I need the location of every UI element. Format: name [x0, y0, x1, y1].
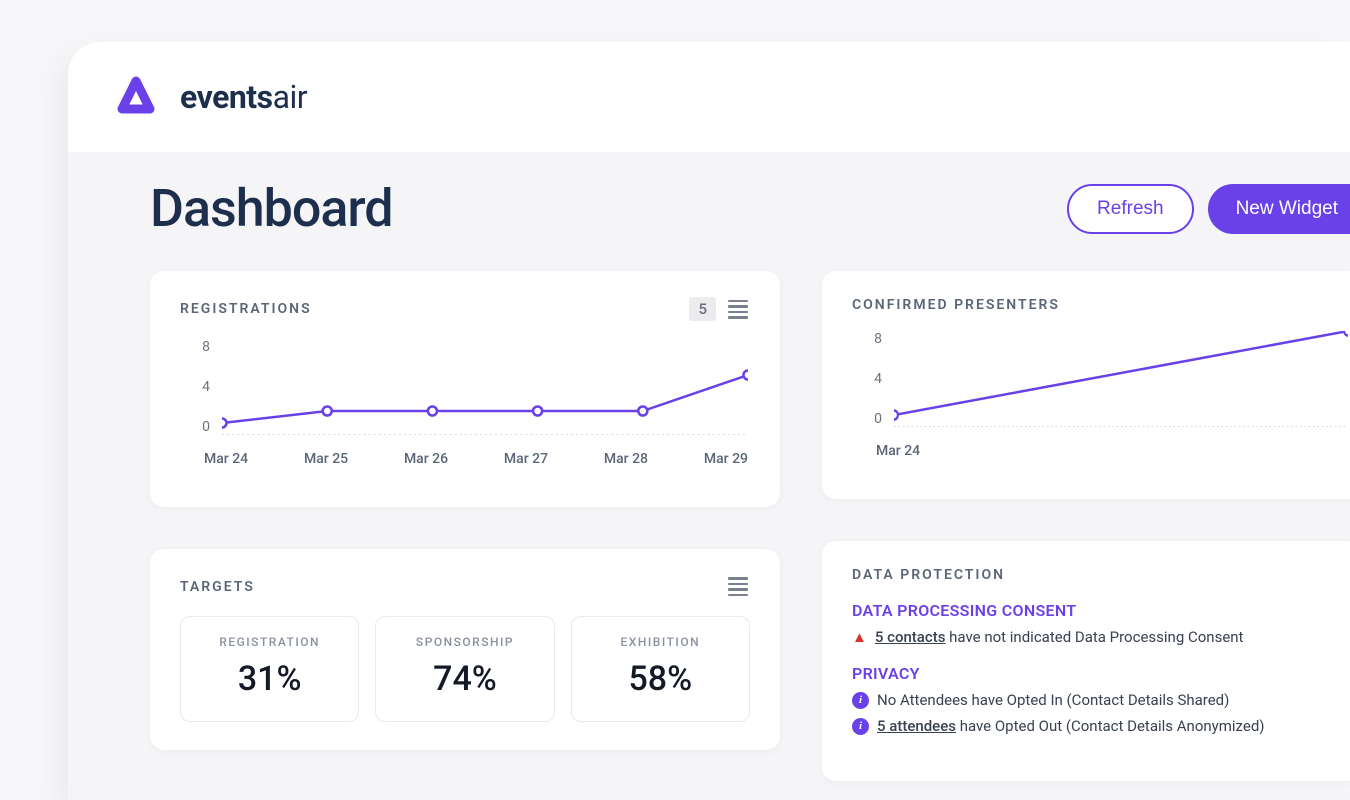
- card-title: TARGETS: [180, 579, 255, 595]
- card-title: REGISTRATIONS: [180, 301, 312, 317]
- registrations-chart: 8 4 0 Mar 24Mar 25Mar 26Mar 27Mar 28Mar …: [180, 339, 750, 479]
- targets-card: TARGETS REGISTRATION 31% SPONSORSHIP 74% EXH…: [150, 549, 780, 750]
- action-buttons: Refresh New Widget: [1067, 184, 1350, 234]
- dp-link[interactable]: 5 attendees: [877, 717, 956, 735]
- title-row: Dashboard Refresh New Widget: [150, 178, 1350, 239]
- data-protection-card: DATA PROTECTION DATA PROCESSING CONSENT ▲…: [822, 541, 1350, 781]
- target-label: EXHIBITION: [582, 635, 739, 649]
- dp-link[interactable]: 5 contacts: [875, 628, 946, 646]
- target-label: REGISTRATION: [191, 635, 348, 649]
- target-tile: EXHIBITION 58%: [571, 616, 750, 722]
- app-frame: eventsair Dashboard Refresh New Widget R…: [68, 42, 1350, 800]
- refresh-button[interactable]: Refresh: [1067, 184, 1194, 234]
- target-value: 31%: [191, 659, 348, 699]
- logo-text: eventsair: [180, 78, 307, 116]
- card-menu-icon[interactable]: [726, 298, 750, 321]
- x-tick: Mar 26: [404, 451, 448, 467]
- registrations-card: REGISTRATIONS 5 8 4 0 Mar 24Ma: [150, 271, 780, 507]
- x-tick: Mar 28: [604, 451, 648, 467]
- header-bar: eventsair: [68, 42, 1350, 152]
- logo[interactable]: eventsair: [108, 69, 307, 125]
- card-menu-icon[interactable]: [726, 575, 750, 598]
- target-label: SPONSORSHIP: [386, 635, 543, 649]
- x-tick: Mar 24: [876, 443, 920, 459]
- count-badge: 5: [689, 297, 716, 321]
- new-widget-button[interactable]: New Widget: [1208, 184, 1350, 234]
- widgets-grid: REGISTRATIONS 5 8 4 0 Mar 24Ma: [150, 271, 1350, 781]
- dp-row: i5 attendees have Opted Out (Contact Det…: [852, 717, 1350, 735]
- card-title: DATA PROTECTION: [852, 567, 1005, 583]
- content-area: Dashboard Refresh New Widget REGISTRATIO…: [68, 152, 1350, 781]
- target-tile: SPONSORSHIP 74%: [375, 616, 554, 722]
- logo-icon: [108, 69, 164, 125]
- target-value: 58%: [582, 659, 739, 699]
- dp-heading: DATA PROCESSING CONSENT: [852, 601, 1350, 620]
- dp-row: iNo Attendees have Opted In (Contact Det…: [852, 691, 1350, 709]
- page-title: Dashboard: [150, 178, 393, 239]
- warning-icon: ▲: [852, 628, 867, 646]
- x-tick: Mar 27: [504, 451, 548, 467]
- dp-row: ▲5 contacts have not indicated Data Proc…: [852, 628, 1350, 646]
- target-value: 74%: [386, 659, 543, 699]
- target-tile: REGISTRATION 31%: [180, 616, 359, 722]
- info-icon: i: [852, 718, 869, 735]
- confirmed-presenters-card: CONFIRMED PRESENTERS 8 4 0 Mar 24: [822, 271, 1350, 499]
- confirmed-presenters-chart: 8 4 0 Mar 24: [852, 331, 1350, 471]
- x-tick: Mar 29: [704, 451, 748, 467]
- info-icon: i: [852, 692, 869, 709]
- dp-heading: PRIVACY: [852, 664, 1350, 683]
- x-tick: Mar 25: [304, 451, 348, 467]
- x-tick: Mar 24: [204, 451, 248, 467]
- card-title: CONFIRMED PRESENTERS: [852, 297, 1060, 313]
